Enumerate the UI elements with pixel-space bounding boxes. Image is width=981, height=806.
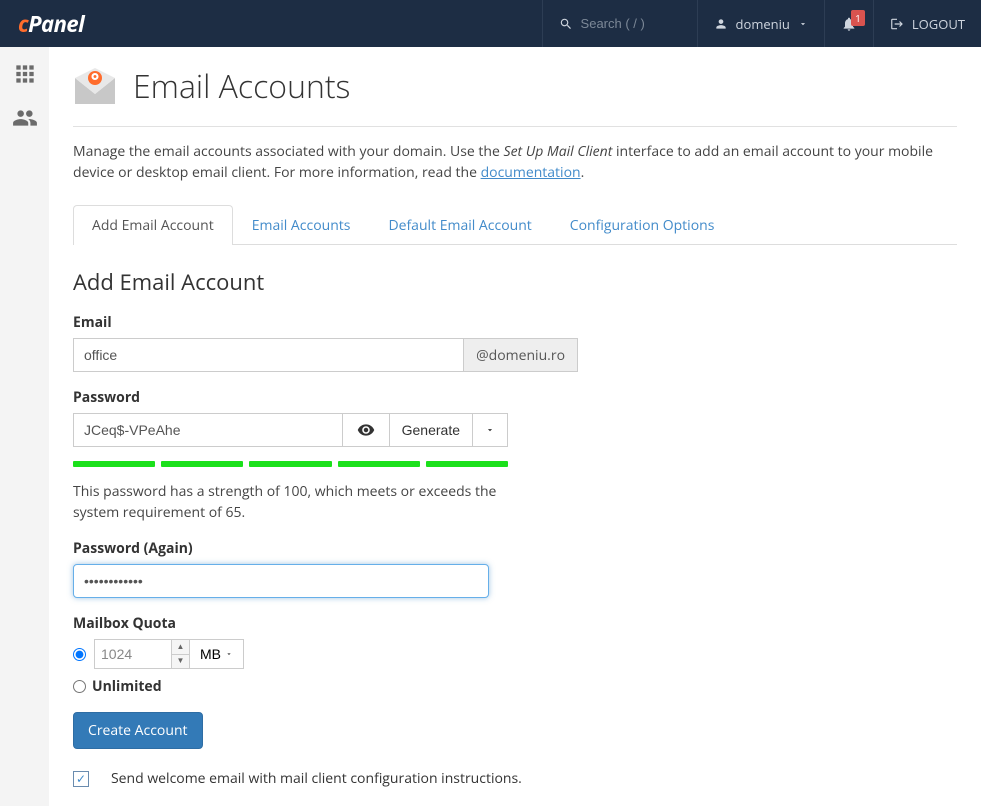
search-icon [559, 17, 573, 31]
apps-grid-icon[interactable] [12, 61, 38, 87]
topbar: cPanel domeniu 1 LOGOUT [0, 0, 981, 47]
tabs: Add Email Account Email Accounts Default… [73, 205, 957, 245]
domain-addon[interactable]: @domeniu.ro [464, 338, 578, 372]
quota-size-radio[interactable] [73, 648, 86, 661]
password-visibility-button[interactable] [343, 413, 390, 447]
email-accounts-icon [73, 68, 117, 106]
caret-down-icon [485, 425, 495, 435]
main-content: Email Accounts Manage the email accounts… [49, 47, 981, 806]
logout-label: LOGOUT [912, 15, 965, 33]
email-label: Email [73, 313, 957, 332]
quota-unlimited-option[interactable]: Unlimited [73, 677, 957, 696]
notification-badge: 1 [851, 10, 865, 26]
tab-add-email-account[interactable]: Add Email Account [73, 205, 233, 245]
user-icon [714, 17, 728, 31]
mailbox-quota-label: Mailbox Quota [73, 614, 957, 633]
generate-options-button[interactable] [473, 413, 508, 447]
tab-configuration-options[interactable]: Configuration Options [551, 205, 734, 245]
quota-size-input[interactable] [94, 639, 172, 669]
documentation-link[interactable]: documentation [481, 163, 581, 182]
quota-spinner: ▲ ▼ [172, 639, 190, 669]
password-again-input[interactable] [73, 564, 489, 598]
tab-email-accounts[interactable]: Email Accounts [233, 205, 370, 245]
sidebar [0, 47, 49, 806]
search-input[interactable] [581, 16, 681, 31]
welcome-email-label: Send welcome email with mail client conf… [111, 769, 522, 788]
password-strength-bar [73, 461, 508, 467]
welcome-email-checkbox[interactable]: ✓ [73, 771, 89, 787]
page-header: Email Accounts [73, 65, 957, 127]
user-menu[interactable]: domeniu [697, 0, 824, 47]
quota-increment-button[interactable]: ▲ [172, 640, 189, 655]
email-local-input[interactable] [73, 338, 464, 372]
users-icon[interactable] [12, 105, 38, 131]
search-area[interactable] [542, 0, 697, 47]
quota-unit-button[interactable]: MB [190, 639, 244, 669]
cpanel-logo[interactable]: cPanel [0, 9, 102, 39]
tab-default-email-account[interactable]: Default Email Account [369, 205, 550, 245]
intro-text: Manage the email accounts associated wit… [73, 141, 957, 183]
password-input[interactable] [73, 413, 343, 447]
password-strength-text: This password has a strength of 100, whi… [73, 481, 508, 523]
caret-down-icon [225, 650, 233, 658]
username-label: domeniu [736, 15, 790, 33]
generate-password-button[interactable]: Generate [390, 413, 473, 447]
quota-decrement-button[interactable]: ▼ [172, 655, 189, 669]
section-title: Add Email Account [73, 267, 957, 297]
password-label: Password [73, 388, 957, 407]
quota-unlimited-radio[interactable] [73, 680, 86, 693]
caret-down-icon [798, 19, 808, 29]
logout-button[interactable]: LOGOUT [873, 0, 981, 47]
logout-icon [890, 17, 904, 31]
eye-icon [357, 421, 375, 439]
password-again-label: Password (Again) [73, 539, 957, 558]
create-account-button[interactable]: Create Account [73, 712, 203, 749]
notifications-button[interactable]: 1 [824, 0, 873, 47]
page-title: Email Accounts [133, 65, 350, 108]
